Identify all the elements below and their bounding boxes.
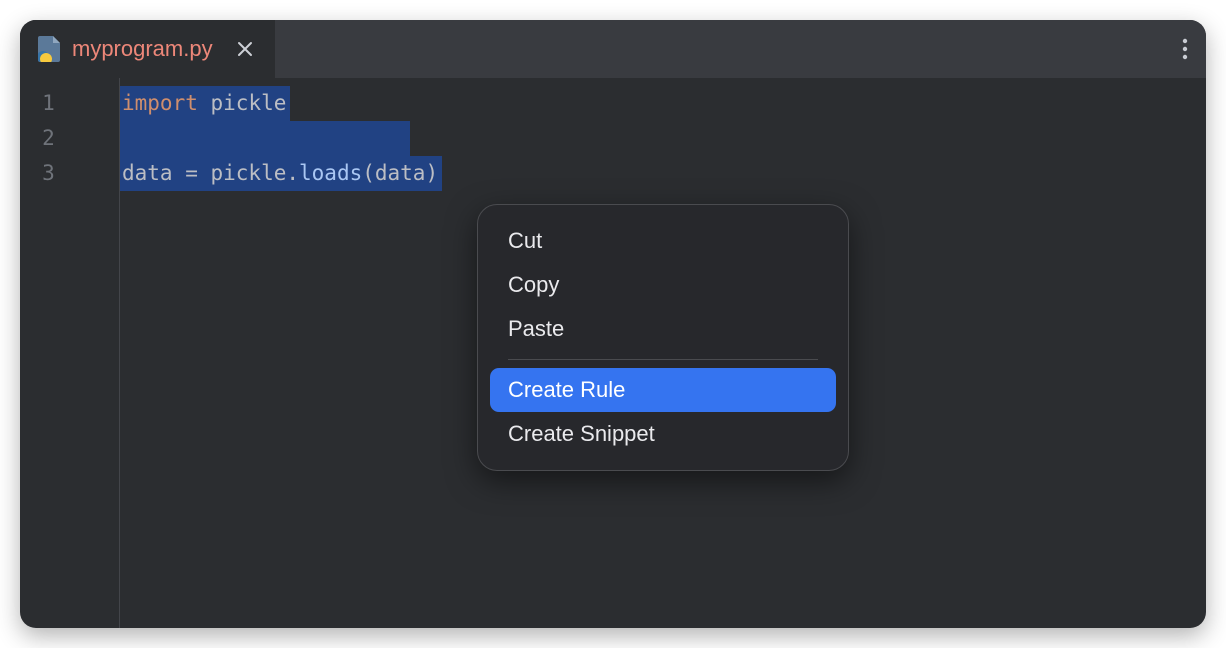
gutter: 1 2 3: [20, 78, 120, 628]
code-line-1: import pickle: [120, 86, 1206, 121]
menu-item-copy[interactable]: Copy: [490, 263, 836, 307]
line-number[interactable]: 3: [20, 156, 119, 191]
editor-window: myprogram.py 1 2 3 import pickle: [20, 20, 1206, 628]
menu-item-create-rule[interactable]: Create Rule: [490, 368, 836, 412]
func-loads: loads: [299, 161, 362, 185]
python-file-icon: [38, 36, 60, 62]
more-vertical-icon[interactable]: [1182, 37, 1188, 61]
file-name: myprogram.py: [72, 36, 213, 62]
menu-item-paste[interactable]: Paste: [490, 307, 836, 351]
code-line-2: [120, 121, 1206, 156]
keyword-import: import: [122, 91, 198, 115]
menu-separator: [508, 359, 818, 360]
close-icon[interactable]: [235, 39, 255, 59]
menu-item-cut[interactable]: Cut: [490, 219, 836, 263]
context-menu: Cut Copy Paste Create Rule Create Snippe…: [477, 204, 849, 471]
line-number[interactable]: 2: [20, 121, 119, 156]
menu-item-create-snippet[interactable]: Create Snippet: [490, 412, 836, 456]
line-number[interactable]: 1: [20, 86, 119, 121]
module-pickle: pickle: [211, 91, 287, 115]
code-line-3: data = pickle.loads(data): [120, 156, 1206, 191]
tab-bar: myprogram.py: [20, 20, 1206, 78]
file-tab[interactable]: myprogram.py: [20, 20, 275, 78]
